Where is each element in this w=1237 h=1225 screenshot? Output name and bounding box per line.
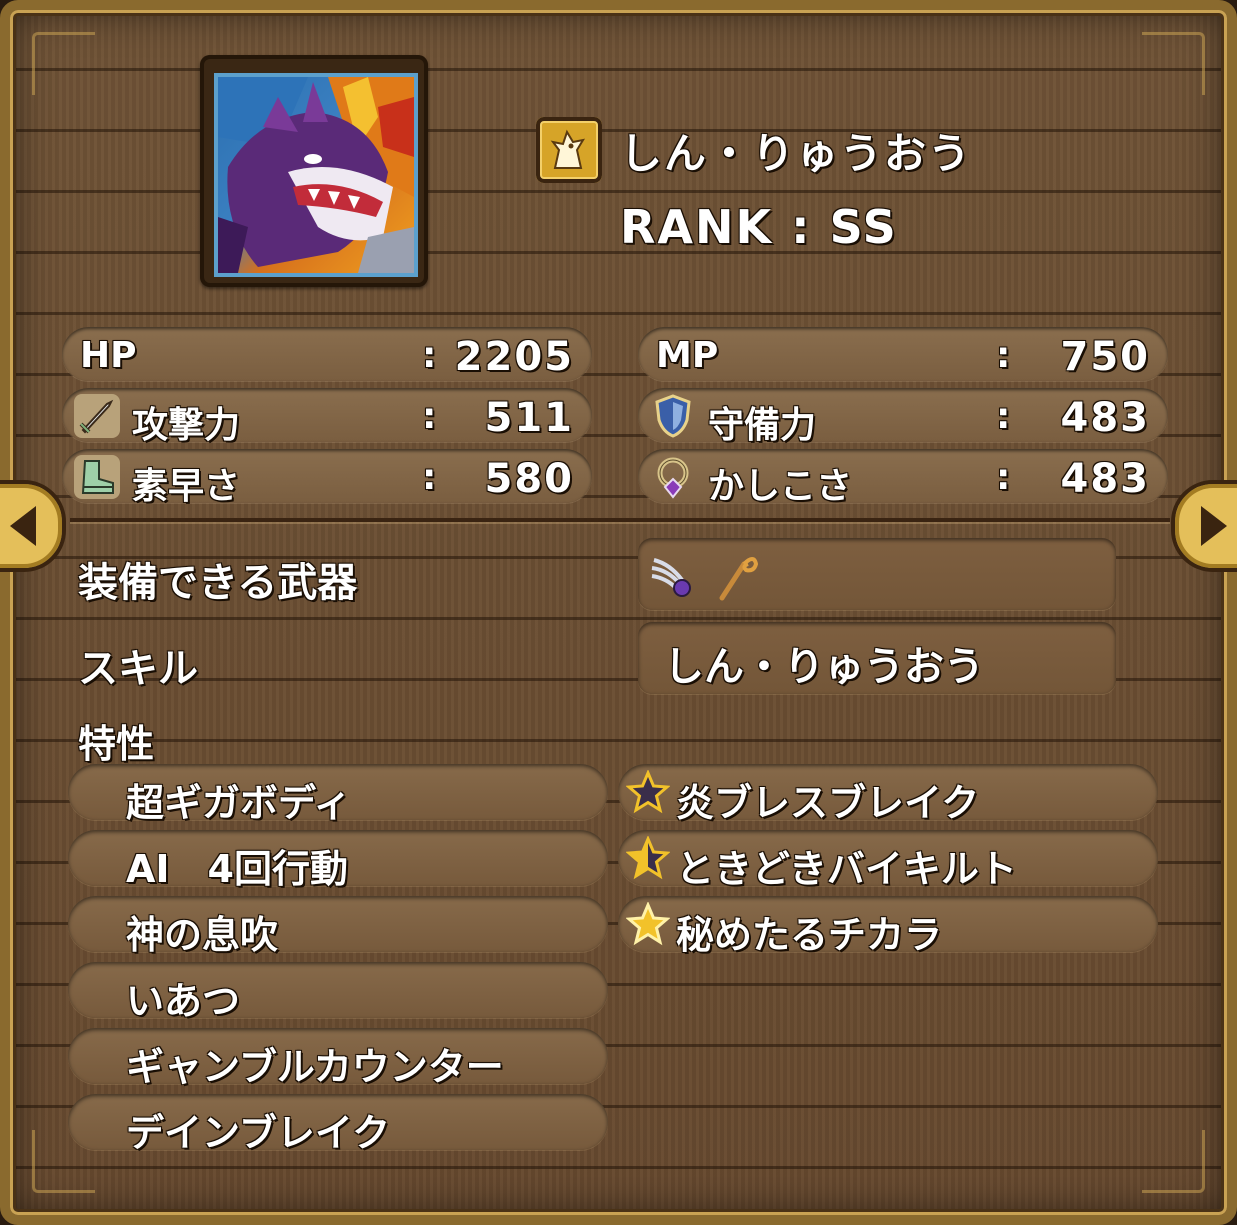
stat-attack-label: 攻撃力: [132, 405, 241, 446]
stat-defense-label: 守備力: [708, 405, 817, 446]
equipment-label: 装備できる武器: [78, 560, 358, 606]
trait-right-0: 炎ブレスブレイク: [618, 764, 1158, 825]
trait-text: ギャンブルカウンター: [126, 1045, 504, 1089]
trait-text: 神の息吹: [126, 913, 279, 957]
stat-separator: :: [422, 457, 437, 498]
trait-left-4: ギャンブルカウンター: [68, 1028, 608, 1089]
gold-star-icon: [626, 902, 670, 946]
monster-name: しん・りゅうおう: [620, 128, 973, 178]
ornament-corner: [1142, 32, 1205, 95]
monster-rank: RANK : SS: [620, 200, 898, 254]
monster-name-row: しん・りゅうおう: [536, 115, 972, 185]
stat-separator: :: [422, 335, 437, 376]
half-star-icon: [626, 836, 670, 880]
stat-wisdom-value: 483: [1060, 456, 1150, 502]
stat-defense: 守備力 : 483: [638, 388, 1168, 446]
trait-left-2: 神の息吹: [68, 896, 608, 957]
stat-attack-value: 511: [484, 395, 574, 441]
skill-label: スキル: [78, 646, 198, 692]
stat-mp-label: MP: [656, 335, 719, 376]
trait-text: 秘めたるチカラ: [676, 913, 943, 957]
trait-left-0: 超ギガボディ: [68, 764, 608, 825]
trait-right-2: 秘めたるチカラ: [618, 896, 1158, 957]
boot-icon: [74, 455, 120, 499]
stat-defense-value: 483: [1060, 395, 1150, 441]
section-divider: [70, 518, 1170, 522]
ornament-corner: [32, 32, 95, 95]
stat-separator: :: [996, 396, 1011, 437]
ring-icon: [650, 455, 696, 499]
traits-label: 特性: [78, 722, 155, 766]
stat-wisdom-label: かしこさ: [708, 466, 853, 507]
trait-text: デインブレイク: [126, 1111, 391, 1155]
trait-text: AI 4回行動: [126, 847, 348, 891]
stat-agility: 素早さ : 580: [62, 449, 592, 507]
shield-icon: [650, 394, 696, 438]
monster-portrait-frame: [200, 55, 428, 287]
trait-left-3: いあつ: [68, 962, 608, 1023]
ornament-corner: [1142, 1130, 1205, 1193]
stat-hp-label: HP: [80, 335, 137, 376]
stat-separator: :: [996, 335, 1011, 376]
stat-separator: :: [422, 396, 437, 437]
stat-hp-value: 2205: [454, 334, 574, 380]
trait-text: いあつ: [126, 979, 241, 1023]
skill-value: しん・りゅうおう: [664, 644, 984, 690]
dragon-portrait: [214, 73, 418, 277]
dark-star-icon: [626, 770, 670, 814]
stat-wisdom: かしこさ : 483: [638, 449, 1168, 507]
trait-text: 炎ブレスブレイク: [676, 781, 980, 825]
trait-left-1: AI 4回行動: [68, 830, 608, 891]
stat-agility-value: 580: [484, 456, 574, 502]
trait-text: ときどきバイキルト: [676, 847, 1017, 891]
claw-icon: [648, 552, 696, 604]
stat-agility-label: 素早さ: [132, 466, 241, 507]
arrow-left-icon: [10, 506, 36, 546]
staff-icon: [714, 550, 762, 606]
trait-right-1: ときどきバイキルト: [618, 830, 1158, 891]
stat-hp: HP : 2205: [62, 327, 592, 381]
trait-left-5: デインブレイク: [68, 1094, 608, 1155]
sword-icon: [74, 394, 120, 438]
skill-box[interactable]: しん・りゅうおう: [638, 622, 1116, 694]
stat-separator: :: [996, 457, 1011, 498]
dragon-class-icon: [536, 117, 602, 183]
next-monster-button[interactable]: [1171, 480, 1237, 572]
stat-mp-value: 750: [1060, 334, 1150, 380]
arrow-right-icon: [1201, 506, 1227, 546]
equipment-box: [638, 538, 1116, 610]
stat-mp: MP : 750: [638, 327, 1168, 381]
dragon-portrait-art: [218, 77, 414, 273]
stat-attack: 攻撃力 : 511: [62, 388, 592, 446]
trait-text: 超ギガボディ: [126, 781, 352, 825]
